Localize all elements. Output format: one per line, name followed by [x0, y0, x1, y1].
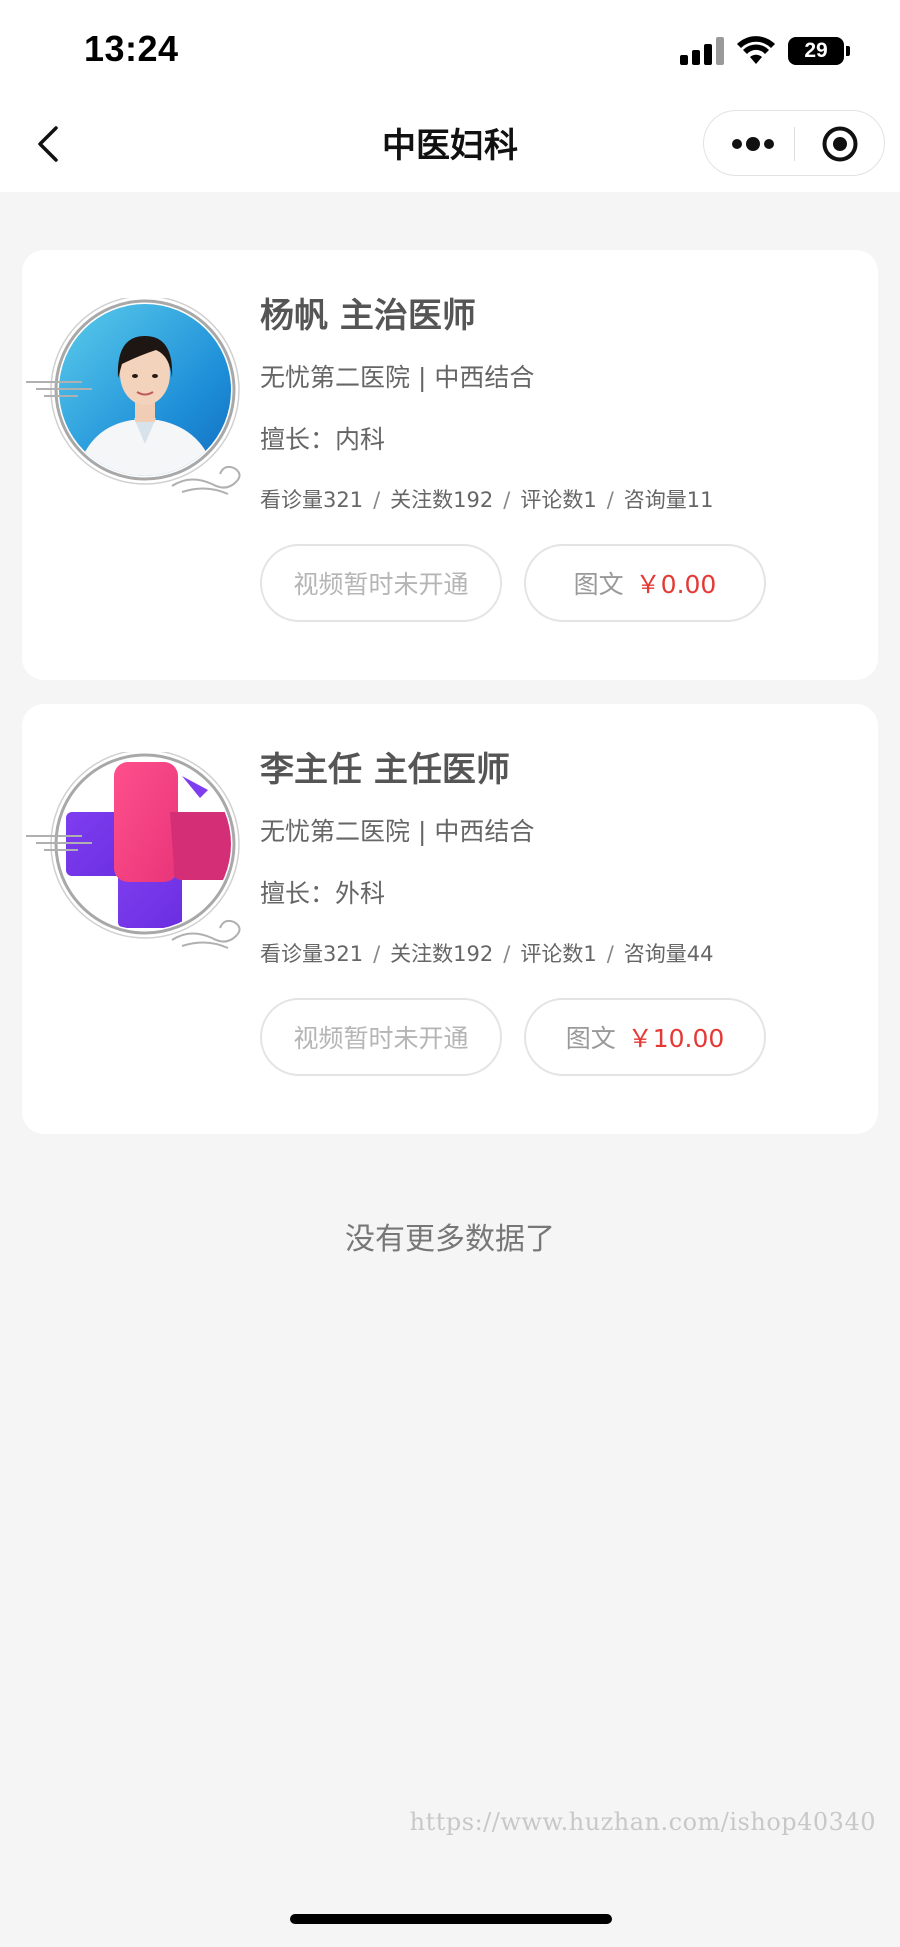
text-consult-label: 图文 [565, 1024, 616, 1053]
stat-consults: 咨询量11 [623, 488, 714, 512]
text-consult-button[interactable]: 图文 ￥0.00 [524, 544, 766, 622]
stat-comments: 评论数1 [520, 942, 597, 966]
status-time: 13:24 [84, 28, 179, 69]
stat-visits: 看诊量321 [260, 942, 364, 966]
status-bar: 13:24 29 [0, 0, 900, 96]
home-indicator [290, 1914, 612, 1924]
video-consult-button[interactable]: 视频暂时未开通 [260, 998, 502, 1076]
status-icons: 29 [680, 34, 850, 68]
doctor-card[interactable]: 李主任 主任医师 无忧第二医院 | 中西结合 擅长：外科 看诊量321/关注数1… [22, 704, 878, 1134]
stat-comments: 评论数1 [520, 488, 597, 512]
text-consult-button[interactable]: 图文 ￥10.00 [524, 998, 766, 1076]
stat-visits: 看诊量321 [260, 488, 364, 512]
doctor-card[interactable]: 杨帆 主治医师 无忧第二医院 | 中西结合 擅长：内科 看诊量321/关注数19… [22, 250, 878, 680]
doctor-avatar [26, 298, 241, 495]
close-target-icon[interactable] [821, 125, 859, 163]
doctor-hospital: 无忧第二医院 | 中西结合 [260, 363, 535, 392]
text-consult-price: ￥0.00 [635, 570, 717, 599]
text-consult-price: ￥10.00 [627, 1024, 725, 1053]
video-consult-label: 视频暂时未开通 [293, 1024, 469, 1053]
battery-icon: 29 [788, 37, 850, 65]
doctor-hospital: 无忧第二医院 | 中西结合 [260, 817, 535, 846]
more-icon[interactable] [730, 129, 776, 159]
video-consult-label: 视频暂时未开通 [293, 570, 469, 599]
capsule-divider [794, 127, 795, 161]
mini-program-capsule [703, 110, 885, 176]
doctor-specialty: 擅长：内科 [260, 425, 386, 454]
text-consult-label: 图文 [573, 570, 624, 599]
doctor-specialty: 擅长：外科 [260, 879, 386, 908]
doctor-name: 李主任 主任医师 [260, 750, 510, 790]
nav-bar: 中医妇科 [0, 96, 900, 192]
doctor-name: 杨帆 主治医师 [260, 296, 476, 336]
doctor-stats: 看诊量321/关注数192/评论数1/咨询量11 [260, 488, 714, 512]
doctor-avatar [26, 752, 241, 949]
video-consult-button[interactable]: 视频暂时未开通 [260, 544, 502, 622]
signal-icon [680, 37, 724, 65]
doctor-stats: 看诊量321/关注数192/评论数1/咨询量44 [260, 942, 714, 966]
watermark: https://www.huzhan.com/ishop40340 [409, 1808, 876, 1836]
wifi-icon [737, 36, 775, 64]
stat-consults: 咨询量44 [623, 942, 714, 966]
stat-follows: 关注数192 [390, 942, 494, 966]
battery-level: 29 [804, 39, 828, 62]
stat-follows: 关注数192 [390, 488, 494, 512]
no-more-data-text: 没有更多数据了 [345, 1222, 555, 1257]
